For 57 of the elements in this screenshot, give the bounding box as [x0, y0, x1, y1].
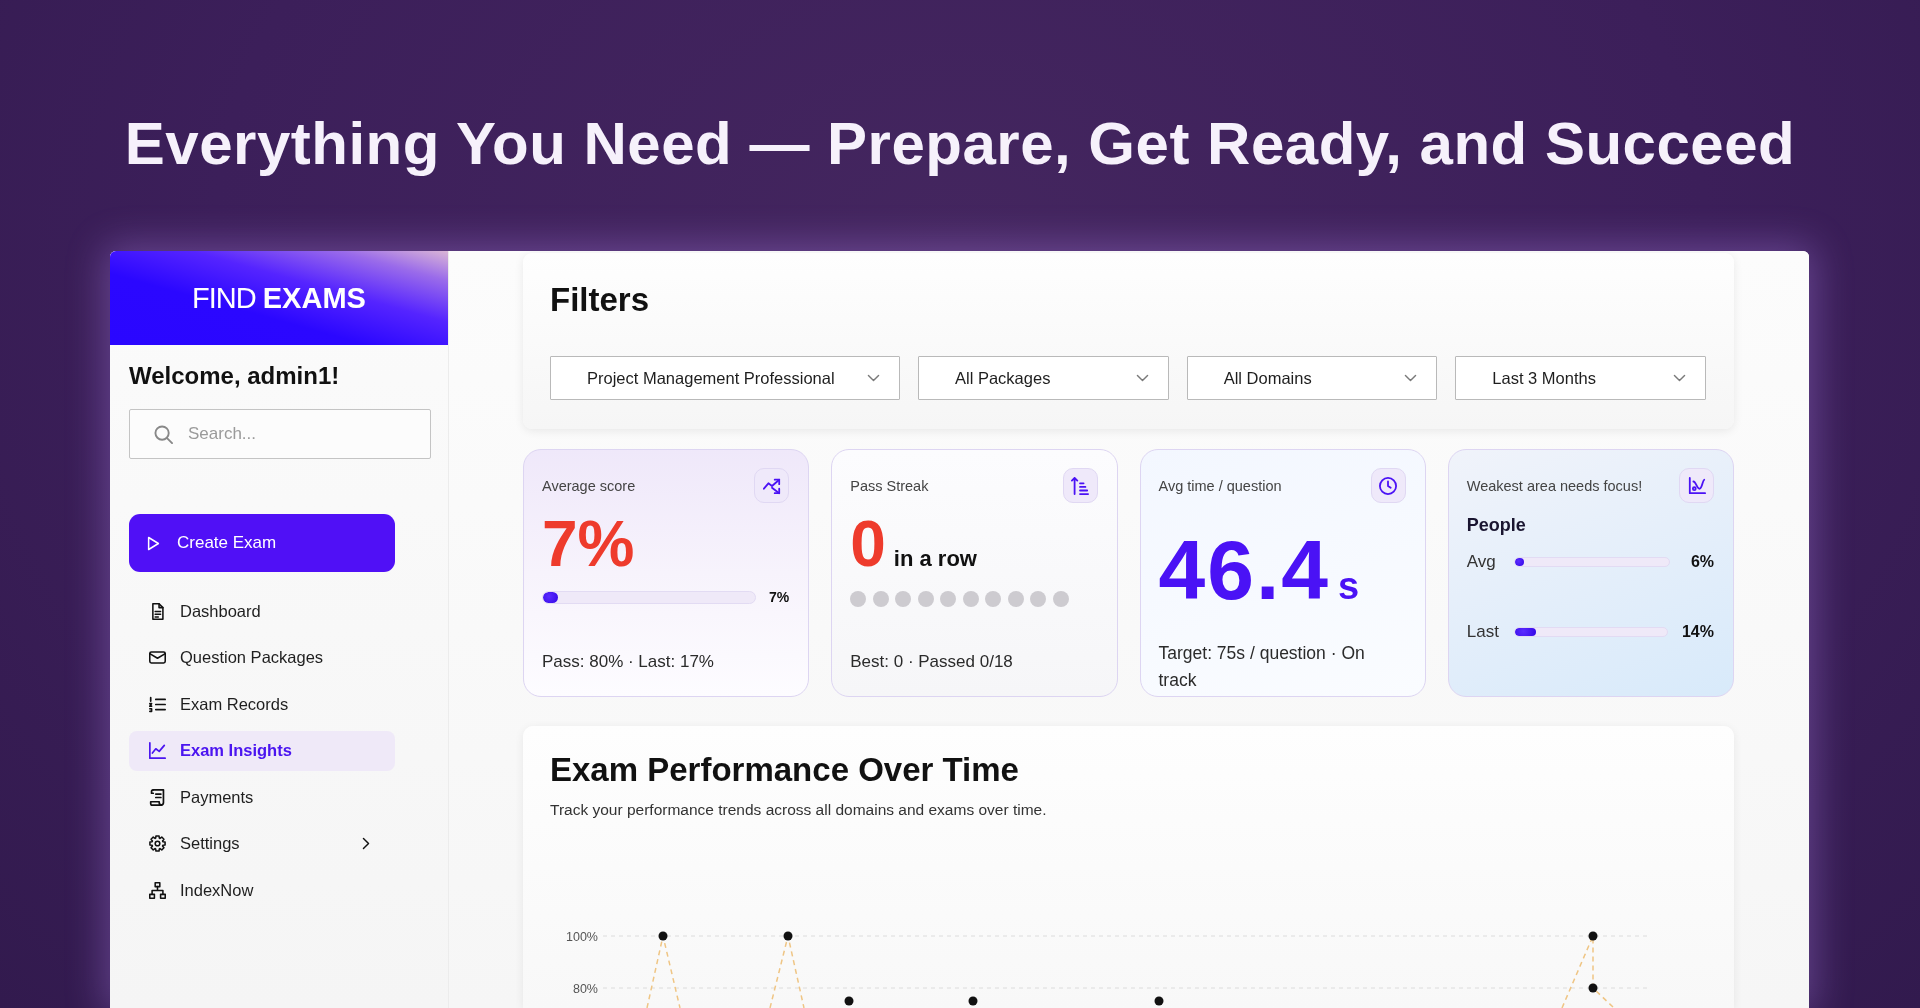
logo-text: FIND EXAMS — [192, 281, 366, 315]
nav-item[interactable]: Dashboard — [129, 591, 395, 631]
gear-icon — [149, 835, 166, 852]
card-footer-text: Pass: 80% · Last: 17% — [542, 651, 715, 673]
streak-count: 0 — [850, 512, 886, 576]
chevron-down-icon — [1135, 374, 1149, 382]
receipt-icon — [149, 788, 166, 806]
weakest-area-name: People — [1466, 514, 1526, 536]
sitemap-icon — [149, 881, 166, 899]
progress-reading: 7% — [769, 589, 790, 605]
nav-item[interactable]: IndexNow — [129, 870, 395, 910]
nav-item[interactable]: Question Packages — [129, 637, 395, 678]
nav-item[interactable]: Exam Insights — [129, 730, 395, 771]
chevron-down-icon — [1404, 374, 1418, 382]
trend-arrows-icon — [754, 468, 790, 503]
document-icon — [149, 602, 166, 620]
bar-reading: 6% — [1689, 553, 1714, 571]
card-footer-text: Target: 75s / question · On track — [1158, 642, 1366, 692]
headline: Everything You Need — Prepare, Get Ready, and Succeed — [124, 109, 1796, 179]
filter-dropdown[interactable]: Project Management Professional — [550, 356, 900, 400]
bar-label: Avg — [1466, 552, 1497, 572]
chevron-down-icon — [867, 374, 880, 382]
bar-reading: 14% — [1681, 623, 1714, 641]
card-label: Average score — [542, 477, 637, 494]
y-axis-label: 100% — [566, 929, 598, 944]
play-icon — [147, 535, 160, 551]
clock-icon — [1370, 468, 1406, 503]
chart-subtitle: Track your performance trends across all domains and exams over time. — [550, 800, 1047, 820]
filter-dropdown[interactable]: Last 3 Months — [1455, 356, 1706, 400]
create-exam-button[interactable]: Create Exam — [129, 514, 395, 572]
numbered-list-icon — [149, 695, 166, 713]
y-axis-label: 80% — [572, 981, 598, 996]
streak-label: in a row — [893, 546, 977, 572]
filter-dropdown[interactable]: All Domains — [1186, 356, 1438, 400]
filters-title: Filters — [550, 280, 650, 320]
chevron-down-icon — [1673, 374, 1686, 382]
welcome-text: Welcome, admin1! — [129, 362, 340, 390]
chevron-right-icon — [362, 837, 370, 850]
line-chart-icon — [149, 742, 166, 759]
card-label: Avg time / question — [1158, 477, 1283, 494]
sort-ascending-icon — [1062, 468, 1098, 503]
nav-item[interactable]: Payments — [129, 777, 395, 817]
search-field[interactable]: Search... — [129, 409, 431, 459]
bar-label: Last — [1466, 622, 1500, 642]
envelope-icon — [149, 649, 166, 666]
time-unit: s — [1338, 565, 1360, 608]
score-value: 7% — [542, 512, 635, 576]
chart-title: Exam Performance Over Time — [550, 750, 1019, 790]
chart-icon — [1679, 468, 1714, 503]
card-label: Weakest area needs focus! — [1466, 477, 1644, 494]
nav-item[interactable]: Exam Records — [129, 684, 395, 724]
nav-item[interactable]: Settings — [129, 823, 395, 864]
filter-dropdown[interactable]: All Packages — [918, 356, 1169, 400]
time-value: 46.4 — [1158, 528, 1330, 612]
card-label: Pass Streak — [850, 477, 930, 494]
search-icon — [154, 424, 173, 444]
card-footer-text: Best: 0 · Passed 0/18 — [850, 651, 1014, 673]
